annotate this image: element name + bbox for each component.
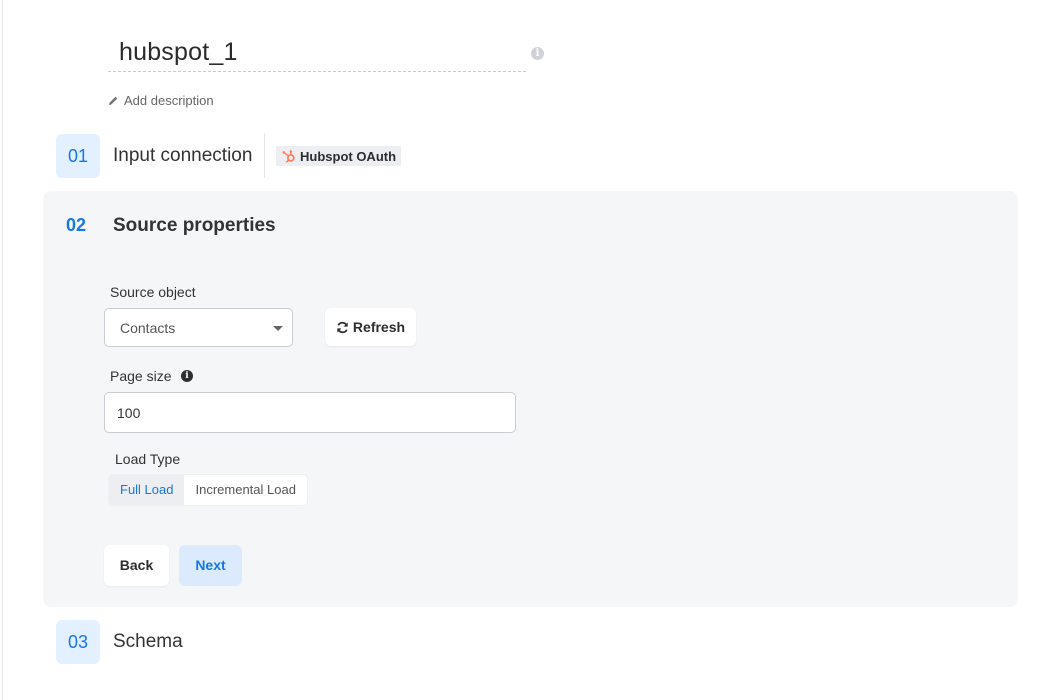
source-properties-panel: 02 Source properties Source object Conta… — [43, 191, 1018, 607]
add-description-label: Add description — [124, 93, 214, 108]
pipeline-title[interactable]: hubspot_1 — [119, 38, 238, 67]
connection-badge[interactable]: Hubspot OAuth — [276, 146, 402, 166]
page-size-label: Page size — [110, 368, 172, 384]
title-field[interactable]: hubspot_1 — [108, 34, 526, 72]
hubspot-logo-icon — [282, 149, 295, 163]
connection-divider — [264, 133, 265, 178]
load-type-toggle: Full Load Incremental Load — [109, 475, 307, 505]
step-label-source-properties: Source properties — [113, 215, 276, 236]
source-object-value: Contacts — [120, 320, 176, 336]
refresh-button[interactable]: Refresh — [325, 308, 416, 346]
source-object-select[interactable]: Contacts — [104, 308, 293, 347]
pencil-icon — [108, 96, 118, 106]
left-divider — [2, 0, 3, 700]
load-type-full-load[interactable]: Full Load — [109, 475, 185, 505]
load-type-label: Load Type — [115, 451, 181, 467]
page-size-info-icon[interactable]: i — [181, 370, 193, 382]
step-number-01[interactable]: 01 — [56, 134, 100, 178]
pipeline-editor: hubspot_1 i Add description 01 Input con… — [0, 0, 1058, 700]
caret-down-icon — [273, 326, 283, 331]
source-object-label: Source object — [110, 284, 196, 300]
refresh-icon — [337, 321, 348, 333]
title-info-icon[interactable]: i — [531, 47, 544, 60]
step-number-02: 02 — [66, 215, 87, 235]
step-label-input-connection[interactable]: Input connection — [113, 145, 252, 167]
add-description-link[interactable]: Add description — [108, 93, 214, 108]
connection-name: Hubspot OAuth — [300, 148, 397, 164]
page-size-input[interactable] — [104, 392, 516, 433]
step-label-schema[interactable]: Schema — [113, 631, 183, 653]
step-number-03[interactable]: 03 — [56, 620, 100, 664]
load-type-incremental-load[interactable]: Incremental Load — [184, 475, 306, 505]
back-button[interactable]: Back — [104, 545, 169, 586]
next-button[interactable]: Next — [179, 545, 242, 586]
refresh-label: Refresh — [352, 319, 406, 335]
